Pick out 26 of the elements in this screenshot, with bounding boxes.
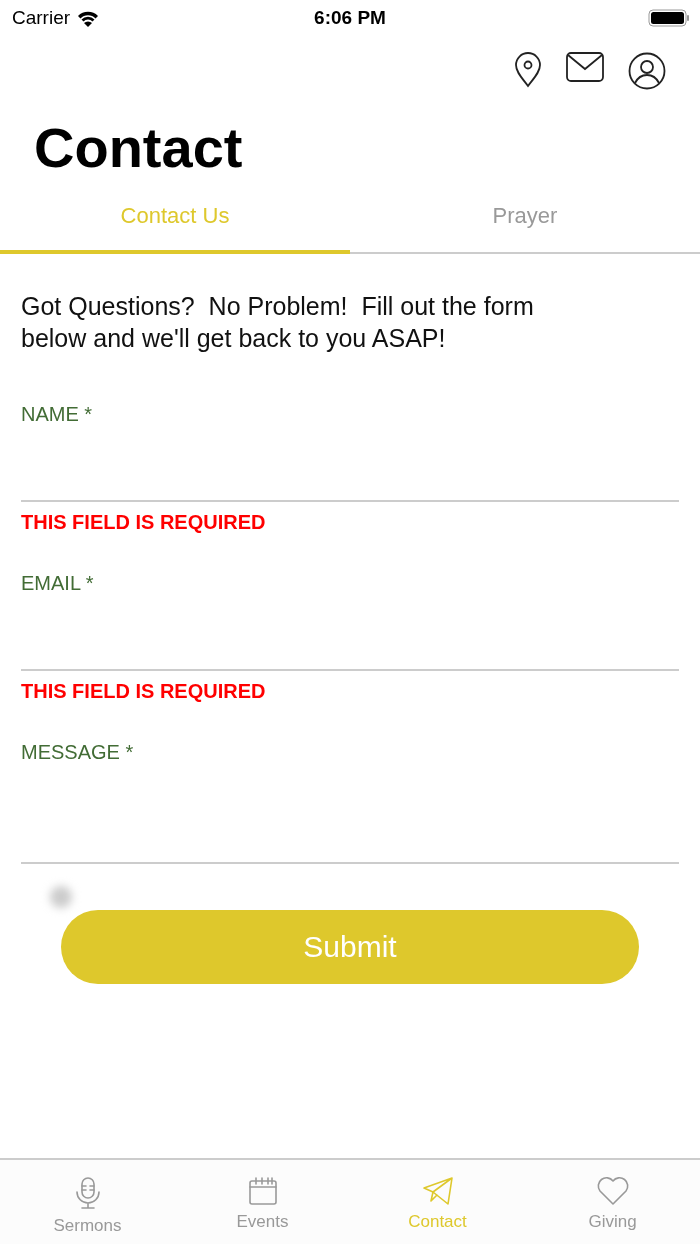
- tab[interactable]: Contact Us: [0, 192, 350, 254]
- input-field[interactable]: EMAIL *: [21, 571, 679, 671]
- mail-icon[interactable]: [566, 52, 604, 82]
- error-message: THIS FIELD IS REQUIRED: [21, 510, 267, 534]
- tab-bar-item[interactable]: Contact: [350, 1160, 525, 1244]
- submit-button[interactable]: Submit: [61, 910, 639, 984]
- heart-icon: [595, 1176, 630, 1206]
- tab-bar-item[interactable]: Events: [175, 1160, 350, 1244]
- message-field[interactable]: MESSAGE *: [21, 740, 679, 864]
- microphone-icon: [73, 1176, 102, 1210]
- carrier-name: Carrier: [12, 7, 71, 29]
- input-field[interactable]: NAME *: [21, 402, 679, 502]
- tab[interactable]: Prayer: [350, 192, 700, 254]
- profile-icon[interactable]: [628, 52, 666, 90]
- page-title: Contact: [34, 115, 244, 181]
- status-time: 6:06 PM: [314, 7, 386, 29]
- battery-icon: [648, 9, 690, 27]
- touch-indicator: [50, 886, 72, 908]
- intro-text: Got Questions? No Problem! Fill out the form below and we'll get back to you ASAP!: [21, 291, 535, 354]
- tab-bar-item[interactable]: Giving: [525, 1160, 700, 1244]
- location-pin-icon[interactable]: [514, 52, 542, 88]
- wifi-icon: [76, 9, 101, 27]
- error-message: THIS FIELD IS REQUIRED: [21, 679, 267, 703]
- paper-plane-icon: [421, 1176, 454, 1206]
- calendar-icon: [247, 1176, 278, 1206]
- tab-bar-item[interactable]: Sermons: [0, 1160, 175, 1244]
